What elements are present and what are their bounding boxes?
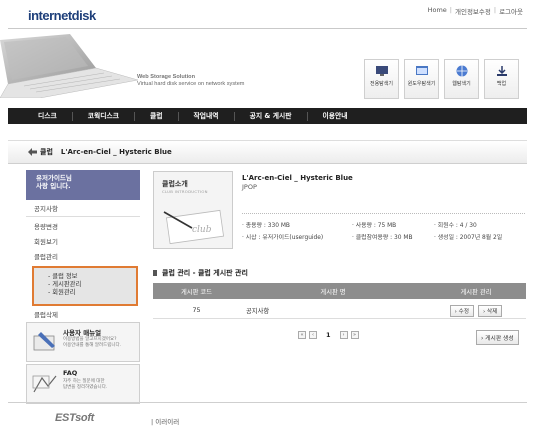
- globe-icon: [456, 65, 467, 77]
- breadcrumb-club: L'Arc-en-Ciel _ Hysteric Blue: [60, 148, 172, 156]
- sidebar-item-members[interactable]: 회원보기: [26, 235, 140, 250]
- logo-text-1: internet: [28, 8, 72, 23]
- logo-text-2: disk: [71, 8, 97, 23]
- user-name: 유저가이드님: [36, 174, 72, 182]
- tagline-title: Web Storage Solution: [137, 74, 196, 80]
- sidebar-item-notice[interactable]: 공지사항: [26, 202, 140, 217]
- club-intro-card: 클럽소개 CLUB INTRODUCTION club: [153, 171, 233, 249]
- pagination: « ‹ 1 › »: [298, 331, 359, 339]
- tagline-desc: Virtual hard disk service on network sys…: [137, 81, 245, 87]
- header-divider: [8, 28, 527, 29]
- monitor-icon: [375, 66, 388, 76]
- club-icon: [28, 148, 37, 156]
- quick-buttons: 전용탐색기 윈도우탐색기 웹탐색기 백업: [364, 59, 519, 99]
- nav-history[interactable]: 작업내역: [179, 111, 235, 121]
- footer-brand-logo: ESTsoft: [55, 412, 95, 424]
- club-admin-submenu: - 클럽 정보 - 게시판관리 - 회원관리: [32, 266, 138, 306]
- stat-join-capacity: · 클럽참여용량 : 30 MB: [352, 235, 413, 241]
- manual-title: 사용자 매뉴얼: [63, 329, 102, 337]
- home-link[interactable]: Home: [428, 6, 447, 16]
- current-page[interactable]: 1: [320, 331, 337, 339]
- quick-label: 윈도우탐색기: [407, 81, 436, 87]
- sidebar-sub-member-admin[interactable]: - 회원관리: [34, 289, 136, 297]
- col-board-name: 게시판 명: [320, 288, 346, 296]
- sidebar-item-delete-club[interactable]: 클럽삭제: [26, 308, 140, 323]
- stat-members: · 회원수 : 4 / 30: [434, 223, 477, 229]
- download-icon: [496, 66, 507, 76]
- nav-cowork-disk[interactable]: 코웍디스크: [73, 111, 136, 121]
- col-board-manage: 게시판 관리: [460, 288, 492, 296]
- footer-divider: [8, 402, 527, 403]
- manual-desc: 이용방법을 알고프시겠어요? 이용안내를 통해 알려드립니다.: [63, 337, 122, 348]
- last-page-icon[interactable]: »: [350, 331, 359, 339]
- sidebar-item-club-admin[interactable]: 클럽관리: [26, 250, 140, 265]
- user-manual-box[interactable]: 사용자 매뉴얼 이용방법을 알고프시겠어요? 이용안내를 통해 알려드립니다.: [26, 322, 140, 362]
- logout-link[interactable]: 로그아웃: [499, 6, 523, 16]
- quick-label: 전용탐색기: [369, 81, 393, 87]
- windows-explorer-button[interactable]: 윈도우탐색기: [404, 59, 439, 99]
- sidebar-sub-club-info[interactable]: - 클럽 정보: [34, 273, 136, 281]
- board-table-header: 게시판 코드 게시판 명 게시판 관리: [153, 283, 526, 299]
- delete-board-button[interactable]: › 삭제: [478, 304, 503, 317]
- nav-notice-board[interactable]: 공지 & 게시판: [235, 111, 308, 121]
- user-role: 사랑 입니다.: [36, 182, 71, 190]
- main-nav: 디스크 코웍디스크 클럽 작업내역 공지 & 게시판 이용안내: [8, 108, 527, 124]
- sidebar-sub-board-admin[interactable]: - 게시판관리: [34, 281, 136, 289]
- col-board-code: 게시판 코드: [181, 288, 212, 296]
- cell-board-name[interactable]: 공지사항: [240, 306, 426, 315]
- footer-link[interactable]: | 이러이러: [151, 416, 179, 426]
- stat-created: · 생성일 : 2007년 8월 2일: [434, 235, 503, 241]
- club-illustration-icon: club: [163, 209, 224, 244]
- club-divider: [242, 213, 525, 214]
- nav-club[interactable]: 클럽: [135, 111, 179, 121]
- sidebar-item-capacity[interactable]: 용량변경: [26, 220, 140, 235]
- faq-desc: 자주 하는 질문에 대한 답변을 정리하였습니다.: [63, 379, 108, 390]
- web-explorer-button[interactable]: 웹탐색기: [444, 59, 479, 99]
- tagline: Web Storage Solution Virtual hard disk s…: [137, 74, 244, 88]
- club-stats: · 총용량 : 330 MB · 사용량 : 75 MB · 회원수 : 4 /…: [242, 220, 532, 244]
- next-page-icon[interactable]: ›: [339, 331, 348, 339]
- club-genre: JPOP: [242, 183, 257, 191]
- site-logo[interactable]: internetdisk: [28, 8, 96, 23]
- backup-button[interactable]: 백업: [484, 59, 519, 99]
- cell-board-code: 75: [192, 307, 201, 314]
- nav-disk[interactable]: 디스크: [8, 111, 73, 121]
- faq-icon: [32, 375, 57, 393]
- quick-label: 백업: [496, 81, 507, 87]
- stat-used-capacity: · 사용량 : 75 MB: [352, 223, 397, 229]
- club-intro-label-en: CLUB INTRODUCTION: [162, 189, 208, 194]
- create-board-button[interactable]: › 게시판 생성: [476, 330, 519, 345]
- bullet-icon: [153, 270, 157, 276]
- faq-title: FAQ: [63, 369, 78, 377]
- window-icon: [415, 66, 428, 75]
- laptop-banner-image: [0, 34, 138, 98]
- dedicated-explorer-button[interactable]: 전용탐색기: [364, 59, 399, 99]
- top-links: Home | 개인정보수정 | 로그아웃: [427, 6, 523, 16]
- faq-box[interactable]: FAQ 자주 하는 질문에 대한 답변을 정리하였습니다.: [26, 364, 140, 404]
- stat-sysop: · 시삽 : 유저가이드(userguide): [242, 235, 324, 241]
- table-row: 75 공지사항 › 수정 › 삭제: [153, 303, 526, 319]
- club-intro-label: 클럽소개: [162, 180, 188, 188]
- manual-icon: [33, 332, 55, 351]
- svg-text:club: club: [192, 225, 212, 235]
- breadcrumb: 클럽 L'Arc-en-Ciel _ Hysteric Blue: [8, 140, 527, 164]
- edit-board-button[interactable]: › 수정: [449, 304, 474, 317]
- quick-label: 웹탐색기: [452, 81, 471, 87]
- club-name: L'Arc-en-Ciel _ Hysteric Blue: [242, 174, 353, 182]
- first-page-icon[interactable]: «: [298, 331, 306, 339]
- sidebar: 유저가이드님 사랑 입니다. 공지사항 용량변경 회원보기 클럽관리 - 클럽 …: [26, 170, 140, 323]
- nav-guide[interactable]: 이용안내: [308, 112, 363, 121]
- edit-profile-link[interactable]: 개인정보수정: [455, 6, 491, 16]
- breadcrumb-section: 클럽: [40, 148, 53, 156]
- board-section-title: 클럽 관리 - 클럽 게시판 관리: [153, 268, 248, 278]
- stat-total-capacity: · 총용량 : 330 MB: [242, 223, 290, 229]
- user-box: 유저가이드님 사랑 입니다.: [26, 170, 140, 200]
- prev-page-icon[interactable]: ‹: [309, 331, 317, 339]
